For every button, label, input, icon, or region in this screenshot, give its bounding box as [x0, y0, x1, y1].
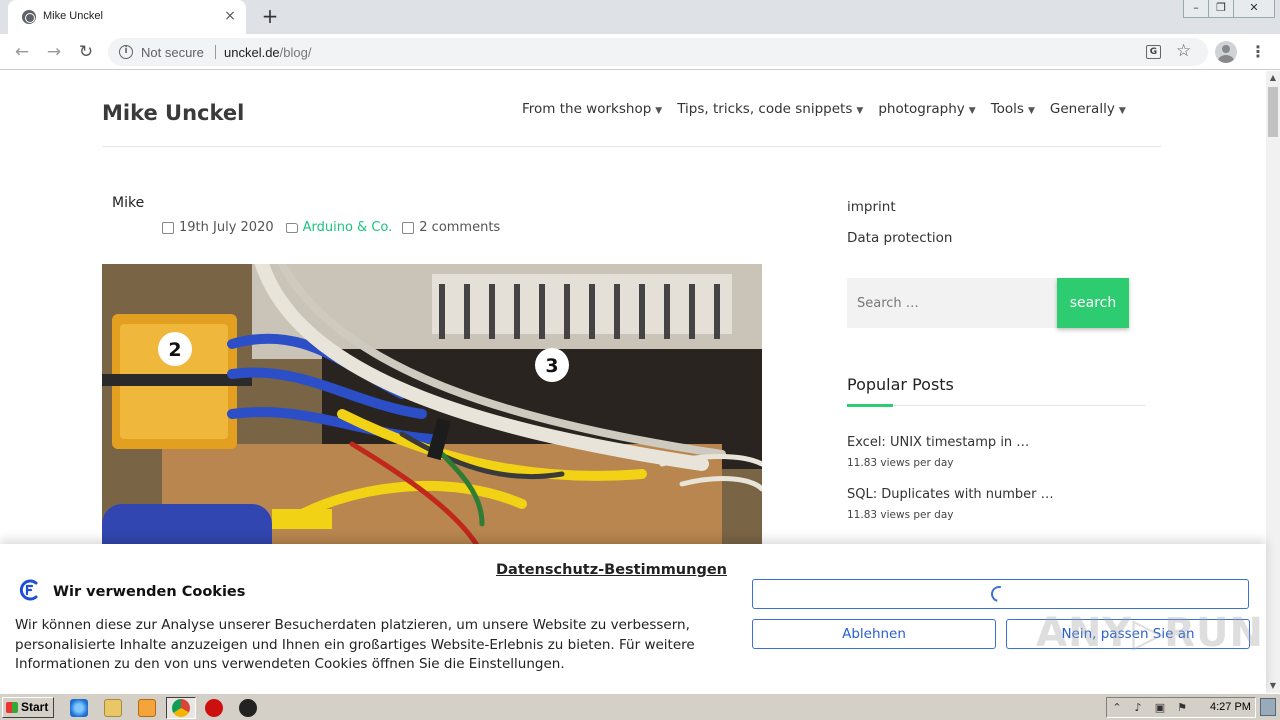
close-window-icon[interactable]: ✕ [1233, 0, 1275, 18]
tab-title: Mike Unckel [43, 10, 103, 22]
sidebar-link-imprint[interactable]: imprint [847, 199, 896, 215]
nav-label: Generally [1049, 101, 1115, 117]
nav-label: Tips, tricks, code snippets [677, 101, 853, 117]
browser-toolbar: ← → ↻ i Not secure unckel.de/blog/ G ☆ ⋮ [0, 34, 1280, 70]
volume-icon[interactable]: ♪ [1131, 701, 1145, 715]
sidebar-link-data-protection[interactable]: Data protection [847, 230, 953, 246]
start-button[interactable]: Start [2, 697, 54, 718]
page-scrollbar[interactable]: ▲ ▼ [1266, 71, 1280, 693]
post-meta: 19th July 2020 Arduino & Co. 2 comments [162, 220, 500, 235]
network-icon[interactable]: ▣ [1153, 701, 1167, 715]
nav-item-tips[interactable]: Tips, tricks, code snippets ▼ [677, 101, 863, 117]
kebab-menu-icon[interactable]: ⋮ [1250, 40, 1266, 64]
minimize-window-icon[interactable]: – [1183, 0, 1209, 18]
nav-item-workshop[interactable]: From the workshop ▼ [522, 101, 662, 117]
cookie-description: Wir können diese zur Analyse unserer Bes… [15, 617, 695, 672]
accept-cookies-button[interactable] [752, 579, 1249, 609]
chevron-down-icon: ▼ [1118, 106, 1126, 116]
chrome-icon [172, 699, 190, 717]
site-title[interactable]: Mike Unckel [102, 101, 244, 125]
new-tab-button[interactable]: + [260, 6, 280, 26]
profile-avatar-icon[interactable] [1215, 41, 1237, 63]
url-host: unckel.de [224, 45, 280, 60]
chrome-taskbar-button[interactable] [166, 697, 196, 719]
anyrun-icon[interactable] [239, 699, 257, 717]
file-explorer-icon[interactable] [104, 699, 122, 717]
info-icon[interactable]: i [119, 45, 133, 59]
post-date[interactable]: 19th July 2020 [179, 220, 274, 235]
post-category[interactable]: Arduino & Co. [303, 220, 393, 235]
image-label-2: 2 [168, 339, 181, 361]
nav-label: From the workshop [522, 101, 652, 117]
opera-icon[interactable] [205, 699, 223, 717]
reject-cookies-button[interactable]: Ablehnen [752, 619, 996, 649]
cookie-consent-logo-icon [19, 579, 38, 601]
forward-arrow-icon[interactable]: → [42, 40, 66, 64]
calendar-icon [162, 221, 174, 234]
address-bar[interactable]: i Not secure unckel.de/blog/ G ☆ [108, 38, 1208, 66]
main-navigation: From the workshop ▼ Tips, tricks, code sn… [522, 101, 1126, 117]
omnibox-divider [215, 45, 216, 59]
popular-post-title[interactable]: Excel: UNIX timestamp in … [847, 435, 1029, 450]
loading-spinner-icon [988, 583, 1010, 605]
chevron-down-icon: ▼ [856, 106, 864, 116]
internet-explorer-icon[interactable] [70, 699, 88, 717]
nav-item-photography[interactable]: photography ▼ [878, 101, 975, 117]
popular-posts-title: Popular Posts [847, 375, 954, 394]
start-label: Start [21, 700, 49, 714]
nav-label: photography [878, 101, 965, 117]
media-player-icon[interactable] [138, 699, 156, 717]
windows-logo-icon [6, 702, 18, 713]
tray-expand-icon[interactable]: ⌃ [1110, 701, 1124, 715]
show-desktop-icon[interactable] [1260, 698, 1276, 716]
back-arrow-icon[interactable]: ← [10, 40, 34, 64]
featured-image[interactable]: 2 3 [102, 264, 762, 554]
url-text[interactable]: unckel.de/blog/ [224, 45, 311, 60]
post-comments[interactable]: 2 comments [419, 220, 500, 235]
folder-icon [285, 222, 298, 233]
anyrun-watermark: ANY▷RUN [1036, 610, 1264, 656]
browser-tab[interactable]: Mike Unckel × [8, 0, 246, 34]
security-label[interactable]: Not secure [141, 45, 204, 60]
chevron-down-icon: ▼ [968, 106, 976, 116]
nav-item-generally[interactable]: Generally ▼ [1050, 101, 1126, 117]
nav-label: Tools [990, 101, 1024, 117]
translate-icon[interactable]: G [1146, 45, 1161, 59]
reload-icon[interactable]: ↻ [74, 40, 98, 64]
restore-window-icon[interactable]: ❐ [1208, 0, 1234, 18]
popular-post-views: 11.83 views per day [847, 457, 954, 469]
url-path: /blog/ [279, 45, 312, 60]
chevron-down-icon: ▼ [1027, 106, 1035, 116]
windows-taskbar: Start ⌃ ♪ ▣ ⚑ 4:27 PM [0, 693, 1280, 720]
search-button[interactable]: search [1057, 278, 1129, 328]
bookmark-star-icon[interactable]: ☆ [1176, 41, 1191, 61]
scroll-thumb[interactable] [1268, 87, 1278, 137]
taskbar-clock[interactable]: 4:27 PM [1210, 701, 1251, 713]
scroll-up-arrow-icon[interactable]: ▲ [1266, 71, 1280, 85]
search-input[interactable] [847, 278, 1057, 328]
popular-post-views: 11.83 views per day [847, 509, 954, 521]
image-label-3: 3 [545, 355, 558, 377]
scroll-down-arrow-icon[interactable]: ▼ [1266, 679, 1280, 693]
comment-icon [402, 221, 415, 234]
globe-icon [22, 10, 36, 24]
cookie-title: Wir verwenden Cookies [53, 584, 246, 600]
cookie-banner: Datenschutz-Bestimmungen Wir verwenden C… [0, 544, 1266, 693]
chevron-down-icon: ▼ [655, 106, 663, 116]
post-author[interactable]: Mike [112, 195, 144, 211]
nav-item-tools[interactable]: Tools ▼ [991, 101, 1035, 117]
tab-close-icon[interactable]: × [222, 8, 238, 24]
browser-tab-strip: Mike Unckel × + – ❐ ✕ [0, 0, 1280, 34]
system-tray: ⌃ ♪ ▣ ⚑ 4:27 PM [1106, 697, 1256, 718]
electronics-photo: 2 3 [102, 264, 762, 554]
widget-accent-bar [847, 404, 893, 407]
action-center-flag-icon[interactable]: ⚑ [1175, 701, 1189, 715]
header-divider [102, 146, 1161, 147]
popular-post-title[interactable]: SQL: Duplicates with number … [847, 487, 1054, 502]
privacy-policy-link[interactable]: Datenschutz-Bestimmungen [496, 562, 727, 578]
